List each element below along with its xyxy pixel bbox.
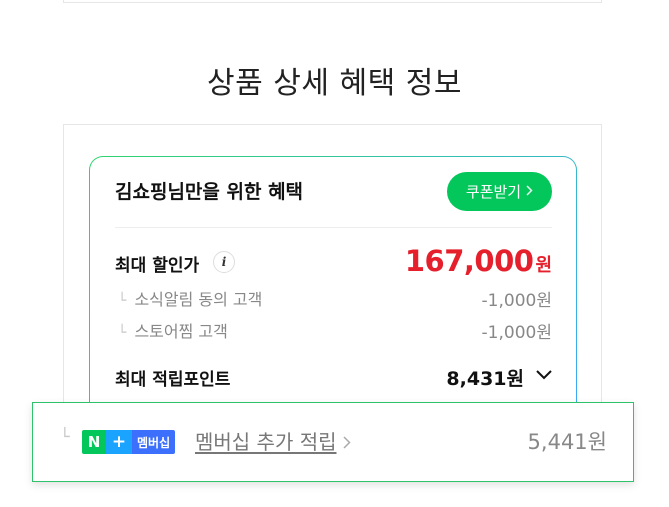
benefit-card-title: 김쇼핑님만을 위한 혜택 [115,181,304,203]
sub-row-label: 소식알림 동의 고객 [134,290,263,309]
badge-plus: + [106,430,132,454]
tree-branch-icon: └ [60,427,70,446]
sub-row-value: -1,000원 [481,291,552,311]
max-discount-price: 167,000 원 [405,244,552,278]
price-unit: 원 [535,255,552,276]
membership-points-value: 5,441원 [527,430,607,454]
sub-row-store-favorite: └ 스토어찜 고객 [118,318,228,342]
max-points-label: 최대 적립포인트 [115,370,231,390]
membership-extra-points-link[interactable]: 멤버십 추가 적립 [195,426,351,455]
badge-text: 멤버십 [132,430,176,454]
chevron-right-icon [526,184,533,200]
get-coupon-label: 쿠폰받기 [465,183,522,201]
previous-section-card [63,0,602,3]
max-discount-label: 최대 할인가 [115,256,200,276]
badge-n: N [82,430,106,454]
sub-row-notification: └ 소식알림 동의 고객 [118,286,262,310]
sub-row-label: 스토어찜 고객 [134,322,228,341]
chevron-down-icon[interactable] [534,364,554,384]
price-number: 167,000 [404,244,534,278]
naver-plus-membership-badge: N + 멤버십 [82,430,176,454]
sub-row-value: -1,000원 [481,323,552,343]
section-title: 상품 상세 혜택 정보 [207,66,462,101]
get-coupon-button[interactable]: 쿠폰받기 [447,172,552,211]
chevron-right-icon [342,433,351,454]
max-points-value: 8,431원 [446,368,524,390]
tree-branch-icon: └ [118,293,127,309]
membership-link-label: 멤버십 추가 적립 [195,430,337,454]
tree-branch-icon: └ [118,325,127,341]
info-icon[interactable]: i [213,251,235,273]
divider [115,227,552,228]
